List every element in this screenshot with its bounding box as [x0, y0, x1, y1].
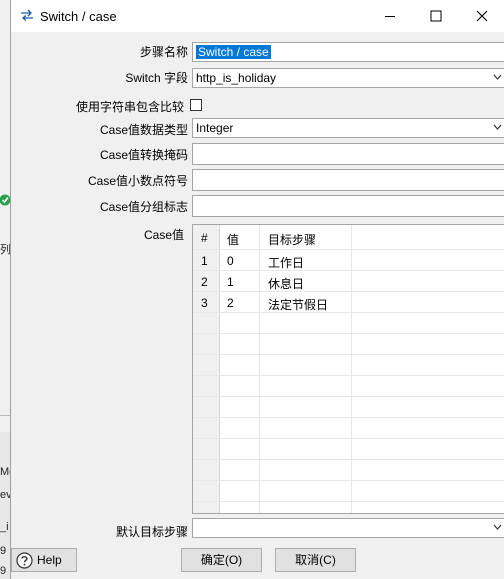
- table-cell-value[interactable]: 1: [227, 275, 234, 289]
- maximize-button[interactable]: [413, 0, 459, 32]
- case-mask-input[interactable]: [192, 143, 504, 165]
- minimize-icon: [385, 16, 395, 17]
- row-divider: [193, 501, 504, 502]
- title-bar: Switch / case: [11, 0, 504, 32]
- column-divider: [259, 225, 260, 513]
- row-divider: [193, 333, 504, 334]
- step-name-label: 步骤名称: [139, 45, 188, 59]
- cancel-button[interactable]: 取消(C): [275, 548, 356, 572]
- case-type-value: Integer: [196, 121, 234, 135]
- table-header-target: 目标步骤: [268, 233, 317, 247]
- case-decimal-label: Case值小数点符号: [87, 174, 188, 188]
- table-cell-value[interactable]: 2: [227, 296, 234, 310]
- minimize-button[interactable]: [367, 0, 413, 32]
- table-cell-target[interactable]: 工作日: [268, 254, 304, 271]
- string-contains-checkbox[interactable]: [190, 99, 202, 111]
- row-divider: [193, 375, 504, 376]
- help-label: Help: [37, 553, 62, 567]
- table-row-index: 1: [201, 254, 208, 268]
- table-row-index: 2: [201, 275, 208, 289]
- row-divider: [193, 249, 504, 250]
- background-divider: [0, 415, 10, 416]
- switch-app-icon: [21, 9, 33, 21]
- ok-button[interactable]: 确定(O): [181, 548, 262, 572]
- close-button[interactable]: [459, 0, 504, 32]
- case-group-input[interactable]: [192, 195, 504, 217]
- case-mask-label: Case值转换掩码: [99, 148, 188, 162]
- switch-field-select[interactable]: http_is_holiday: [192, 68, 504, 88]
- table-cell-value[interactable]: 0: [227, 254, 234, 268]
- case-decimal-input[interactable]: [192, 169, 504, 191]
- case-type-label: Case值数据类型: [99, 123, 188, 137]
- maximize-icon: [430, 10, 442, 22]
- row-divider: [193, 438, 504, 439]
- case-type-select[interactable]: Integer: [192, 118, 504, 138]
- step-name-value: Switch / case: [196, 45, 271, 59]
- default-target-select[interactable]: [192, 518, 504, 538]
- background-label: 9: [0, 565, 7, 577]
- help-button[interactable]: Help: [11, 548, 77, 572]
- table-row-index: 3: [201, 296, 208, 310]
- table-header-index: #: [201, 231, 208, 245]
- case-values-table[interactable]: # 值 目标步骤 1 0 工作日 2 1 休息日 3 2 法定节假日: [192, 224, 504, 514]
- switch-case-dialog: Switch / case 步骤名称 Switch / case Switch …: [10, 0, 504, 579]
- row-divider: [193, 480, 504, 481]
- help-icon: [16, 552, 33, 569]
- case-group-label: Case值分组标志: [99, 200, 188, 214]
- window-title: Switch / case: [40, 9, 117, 24]
- string-contains-label: 使用字符串包含比较: [75, 100, 184, 114]
- chevron-down-icon: [493, 74, 502, 80]
- background-label: _i: [0, 521, 9, 533]
- table-cell-target[interactable]: 休息日: [268, 275, 304, 292]
- row-divider: [193, 354, 504, 355]
- row-index-column: [193, 225, 220, 513]
- row-divider: [193, 312, 504, 313]
- table-cell-target[interactable]: 法定节假日: [268, 296, 328, 313]
- row-divider: [193, 291, 504, 292]
- chevron-down-icon: [493, 124, 502, 130]
- case-values-label: Case值: [143, 228, 184, 242]
- switch-field-label: Switch 字段: [125, 71, 188, 85]
- row-divider: [193, 270, 504, 271]
- column-divider: [351, 225, 352, 513]
- table-header-value: 值: [227, 233, 240, 247]
- close-icon: [476, 10, 488, 22]
- row-divider: [193, 417, 504, 418]
- step-name-input[interactable]: Switch / case: [192, 42, 504, 62]
- row-divider: [193, 396, 504, 397]
- default-target-label: 默认目标步骤: [115, 525, 188, 539]
- chevron-down-icon: [493, 524, 502, 530]
- switch-field-value: http_is_holiday: [196, 71, 277, 85]
- row-divider: [193, 459, 504, 460]
- background-label: 9: [0, 545, 7, 557]
